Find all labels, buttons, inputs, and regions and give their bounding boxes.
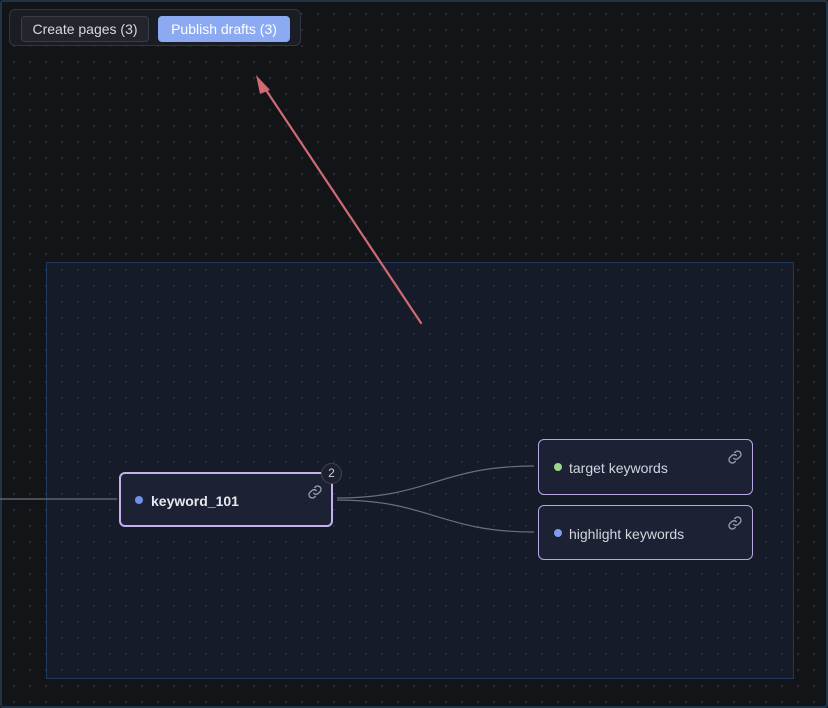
node-status-dot [554, 529, 562, 537]
toolbar: Create pages (3) Publish drafts (3) [9, 9, 301, 46]
node-keyword-101[interactable]: keyword_101 [119, 472, 333, 527]
edge-to-target [336, 465, 535, 499]
edge-to-highlight [336, 499, 535, 533]
node-status-dot [554, 463, 562, 471]
link-icon[interactable] [727, 515, 743, 531]
node-highlight-keywords[interactable]: highlight keywords [538, 505, 753, 560]
publish-drafts-button[interactable]: Publish drafts (3) [158, 16, 290, 42]
node-label: target keywords [569, 460, 668, 476]
node-label: keyword_101 [151, 493, 239, 509]
link-icon[interactable] [307, 484, 323, 500]
connections-layer [0, 75, 535, 533]
link-icon[interactable] [727, 449, 743, 465]
child-count-badge: 2 [321, 463, 342, 484]
node-status-dot [135, 496, 143, 504]
node-label: highlight keywords [569, 526, 685, 542]
annotation-arrow [260, 82, 423, 325]
node-target-keywords[interactable]: target keywords [538, 439, 753, 495]
create-pages-button[interactable]: Create pages (3) [21, 16, 149, 42]
